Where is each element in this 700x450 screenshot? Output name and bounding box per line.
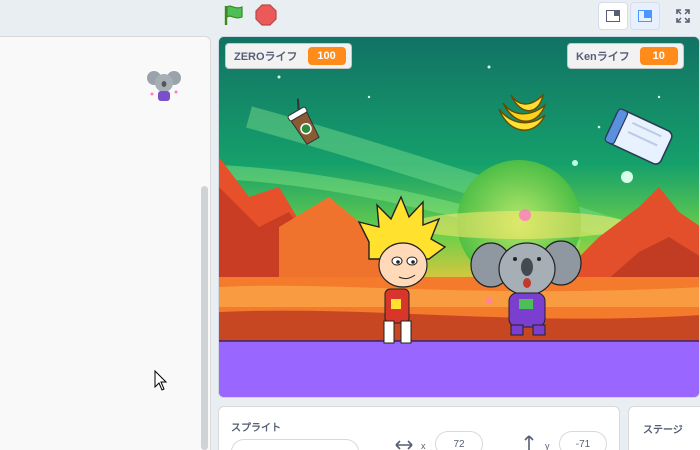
zero-life-monitor[interactable]: ZEROライフ 100 bbox=[225, 43, 352, 69]
small-stage-icon bbox=[606, 10, 620, 22]
stage-header-bar bbox=[0, 0, 700, 30]
normal-stage-button[interactable] bbox=[630, 2, 660, 30]
zero-life-label: ZEROライフ bbox=[234, 51, 298, 63]
ken-life-label: Kenライフ bbox=[576, 51, 630, 63]
mouse-pointer-icon bbox=[154, 370, 168, 391]
x-arrow-icon bbox=[395, 440, 413, 450]
x-position-field[interactable]: 72 bbox=[435, 431, 483, 450]
x-label: x bbox=[421, 441, 426, 450]
y-arrow-icon bbox=[524, 435, 534, 450]
sprite-info-panel: スプライト x 72 y -71 bbox=[218, 406, 620, 450]
stage-selector-panel[interactable]: ステージ bbox=[628, 406, 700, 450]
stop-icon[interactable] bbox=[254, 3, 278, 27]
sprite-name-field[interactable] bbox=[231, 439, 359, 450]
code-area-scrollbar[interactable] bbox=[201, 186, 208, 450]
stage-panel-title: ステージ bbox=[643, 425, 683, 436]
normal-stage-icon bbox=[638, 10, 652, 22]
stage-backdrop bbox=[219, 37, 699, 397]
fullscreen-button[interactable] bbox=[668, 2, 698, 30]
zero-life-value: 100 bbox=[307, 47, 346, 65]
sprite-panel-title: スプライト bbox=[231, 423, 281, 434]
koala-sprite-thumbnail bbox=[147, 71, 181, 101]
y-position-field[interactable]: -71 bbox=[559, 431, 607, 450]
x-value: 72 bbox=[453, 438, 465, 450]
ken-life-value: 10 bbox=[639, 47, 678, 65]
y-value: -71 bbox=[575, 438, 591, 450]
green-flag-icon[interactable] bbox=[222, 3, 246, 27]
fullscreen-icon bbox=[676, 9, 690, 23]
small-stage-button[interactable] bbox=[598, 2, 628, 30]
stage[interactable]: ZEROライフ 100 Kenライフ 10 bbox=[218, 36, 700, 398]
y-label: y bbox=[545, 441, 550, 450]
ken-life-monitor[interactable]: Kenライフ 10 bbox=[567, 43, 684, 69]
